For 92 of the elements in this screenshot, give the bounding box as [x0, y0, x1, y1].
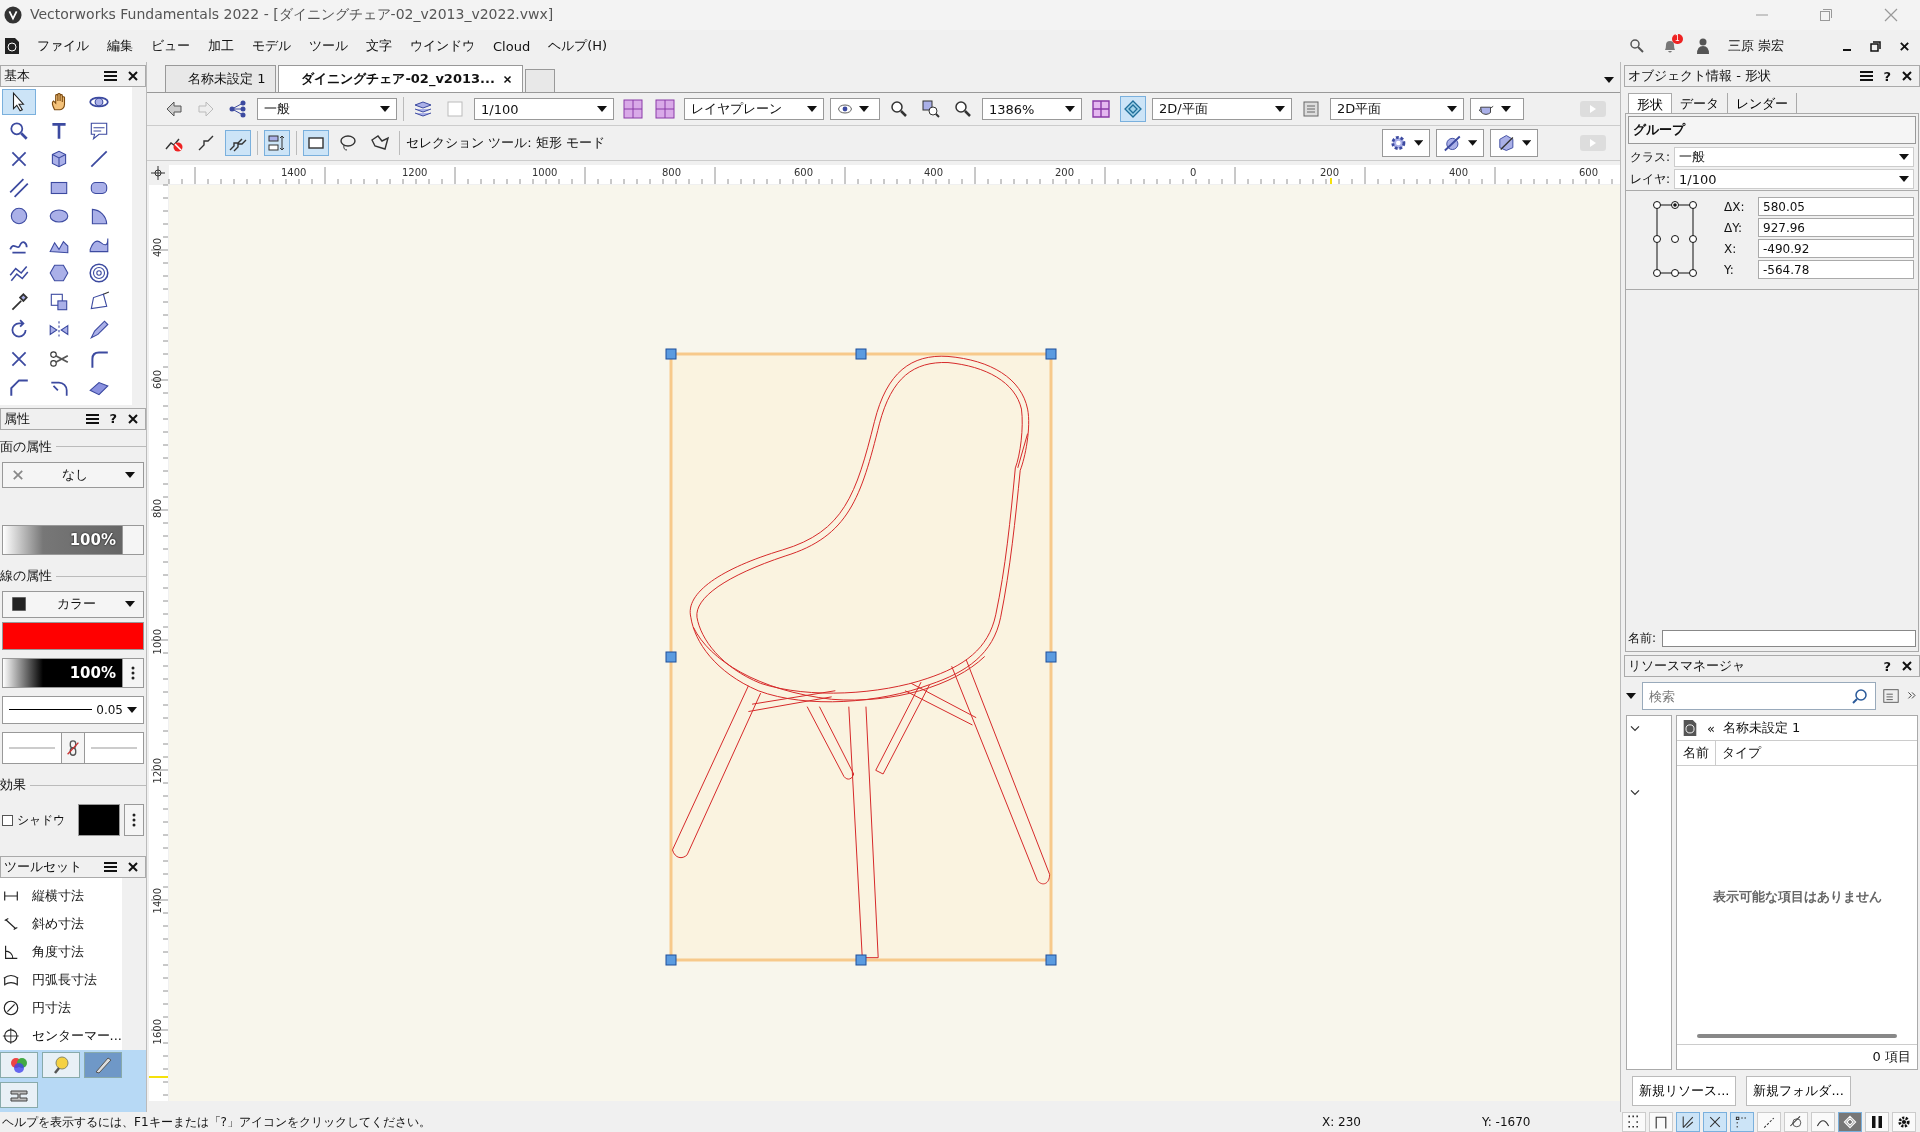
line-opacity-slider[interactable]: 100% — [2, 657, 144, 688]
section-heading: 線の属性 — [0, 567, 52, 586]
panel-title: リソースマネージャ — [1628, 657, 1746, 675]
line-style-dropdown[interactable]: カラー — [2, 591, 144, 618]
panel-title: オブジェクト情報 - 形状 — [1628, 67, 1772, 85]
menu-item[interactable]: ビュー — [142, 33, 199, 59]
ruler-label: 1200 — [402, 167, 428, 178]
fill-opacity-slider[interactable]: 100% — [2, 525, 144, 556]
ruler-label: 1600 — [152, 1019, 163, 1045]
ruler-label: 1400 — [281, 167, 307, 178]
menu-item[interactable]: 文字 — [357, 33, 401, 59]
fill-style-dropdown[interactable]: なし — [2, 461, 144, 488]
ruler-label: 1400 — [152, 888, 163, 914]
object-type-label: グループ — [1628, 116, 1916, 144]
item-count: 0 項目 — [1872, 1049, 1911, 1064]
palette-title: 基本 — [4, 67, 31, 85]
notification-badge: 1 — [1671, 34, 1683, 44]
menu-item[interactable]: 編集 — [98, 33, 142, 59]
layer-dropdown[interactable]: 1/100 — [1674, 169, 1914, 189]
ruler-label: 800 — [152, 499, 163, 519]
help-icon[interactable]: ? — [1883, 658, 1891, 674]
toolset-item[interactable]: センターマー... — [2, 1022, 122, 1050]
mode-label: セレクション ツール: 矩形 モード — [406, 134, 605, 152]
ruler-label: 600 — [1579, 167, 1599, 178]
help-icon[interactable]: ? — [1883, 68, 1891, 84]
column-header[interactable]: タイプ — [1716, 741, 1767, 765]
document-tab[interactable]: ダイニングチェア-02_v2013... — [278, 65, 523, 92]
ruler-label: 0 — [1190, 167, 1197, 178]
ruler-label: 1200 — [152, 758, 163, 784]
ruler-label: 400 — [152, 238, 163, 258]
empty-message: 表示可能な項目はありません — [1712, 888, 1882, 906]
coordinate-field[interactable]: 927.96 — [1758, 218, 1914, 237]
panel-button[interactable]: 新規フォルダ... — [1746, 1076, 1851, 1106]
field-label: ΔX: — [1724, 199, 1746, 214]
search-field[interactable]: 検索 — [1642, 682, 1876, 710]
menu-item[interactable]: 加工 — [199, 33, 243, 59]
document-tab[interactable]: 名称未設定 1 — [165, 65, 277, 92]
coordinate-field[interactable]: -490.92 — [1758, 239, 1914, 258]
zoom-dropdown[interactable]: 1386% — [982, 98, 1082, 120]
ruler-label: 400 — [1449, 167, 1469, 178]
ruler-label: 600 — [152, 370, 163, 390]
toolset-item[interactable]: 斜め寸法 — [2, 910, 122, 938]
x-coordinate: X: 230 — [1322, 1115, 1362, 1129]
toolset-item[interactable]: 縦横寸法 — [2, 882, 122, 910]
file-name: 名称未設定 1 — [1722, 719, 1801, 737]
ruler-label: 600 — [794, 167, 814, 178]
help-icon[interactable]: ? — [109, 411, 117, 426]
field-label: X: — [1724, 241, 1738, 256]
back-button[interactable]: « — [1707, 720, 1715, 736]
layer-dropdown[interactable]: 1/100 — [474, 98, 614, 120]
field-label: 名前: — [1628, 630, 1657, 647]
y-coordinate: Y: -1670 — [1482, 1115, 1532, 1129]
palette-title: ツールセット — [4, 858, 83, 876]
field-label: クラス: — [1630, 148, 1671, 166]
class-dropdown[interactable]: 一般 — [257, 98, 397, 120]
ruler-label: 200 — [1320, 167, 1340, 178]
toolset-item[interactable]: 角度寸法 — [2, 938, 122, 966]
section-heading: 面の属性 — [0, 437, 52, 456]
panel-button[interactable]: 新規リソース... — [1632, 1076, 1737, 1106]
line-weight-dropdown[interactable]: 0.05 — [2, 695, 144, 724]
toolset-item[interactable]: 円弧長寸法 — [2, 966, 122, 994]
view-dropdown[interactable]: 2D/平面 — [1152, 98, 1292, 120]
menu-item[interactable]: ツール — [300, 33, 357, 59]
coordinate-field[interactable]: -564.78 — [1758, 260, 1914, 279]
menu-item[interactable]: ヘルプ(H) — [539, 33, 617, 59]
class-dropdown[interactable]: 一般 — [1674, 147, 1914, 167]
field-label: Y: — [1724, 262, 1735, 277]
menu-item[interactable]: Cloud — [484, 34, 540, 58]
ruler-label: 1000 — [152, 629, 163, 655]
plane-dropdown[interactable]: レイヤプレーン — [684, 98, 824, 120]
coordinate-field[interactable]: 580.05 — [1758, 197, 1914, 216]
menu-item[interactable]: ファイル — [28, 33, 98, 59]
ruler-label: 400 — [924, 167, 944, 178]
panel-tab[interactable]: データ — [1672, 93, 1728, 113]
field-label: レイヤ: — [1630, 170, 1671, 188]
ruler-label: 800 — [662, 167, 682, 178]
column-header[interactable]: 名前 — [1677, 741, 1716, 765]
panel-tab[interactable]: レンダー — [1728, 93, 1797, 113]
section-heading: 効果 — [0, 776, 26, 794]
status-help-text: ヘルプを表示するには、F1キーまたは「?」アイコンをクリックしてください。 — [2, 1113, 432, 1131]
menu-item[interactable]: モデル — [243, 33, 300, 59]
ruler-label: 200 — [1055, 167, 1075, 178]
ruler-label: 1000 — [532, 167, 558, 178]
window-title: Vectorworks Fundamentals 2022 - [ダイニングチェア-02_v2013_v2022.vwx] — [30, 6, 555, 24]
palette-title: 属性 — [4, 409, 31, 428]
panel-tab[interactable]: 形状 — [1628, 93, 1672, 113]
field-label: ΔY: — [1724, 220, 1743, 235]
checkbox-label: シャドウ — [17, 811, 66, 829]
render-dropdown[interactable]: 2D平面 — [1330, 98, 1464, 120]
menu-item[interactable]: ウインドウ — [401, 33, 484, 59]
user-name[interactable]: 三原 崇宏 — [1727, 37, 1784, 55]
toolset-item[interactable]: 円寸法 — [2, 994, 122, 1022]
